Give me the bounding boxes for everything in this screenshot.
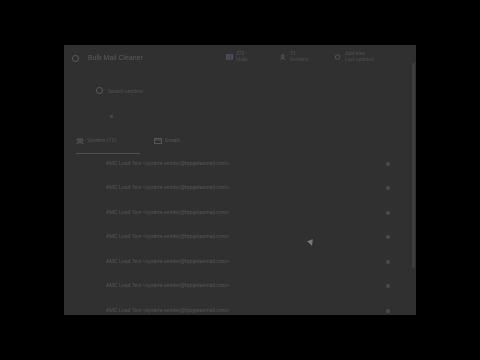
header: Bulk Mail Cleaner 372 Mails 71 Senders Jus… — [64, 45, 416, 75]
sender-email: AMC Load Test <system-sender@fppgetaemai… — [106, 234, 230, 240]
tab-senders[interactable]: Senders (71) — [76, 135, 140, 154]
row-action-icon[interactable] — [386, 260, 390, 264]
calendar-icon — [154, 138, 162, 144]
filter-icon[interactable] — [110, 115, 113, 118]
sender-email: AMC Load Test <system-sender@fppgetaemai… — [106, 308, 230, 314]
check-circle-icon — [72, 55, 79, 62]
row-action-icon[interactable] — [386, 186, 390, 190]
app-title: Bulk Mail Cleaner — [88, 55, 143, 62]
row-action-icon[interactable] — [386, 211, 390, 215]
search-input[interactable] — [106, 85, 370, 99]
stat-last-updated-label: Last updated — [345, 57, 374, 63]
row-action-icon[interactable] — [386, 235, 390, 239]
stat-mails-label: Mails — [236, 57, 248, 63]
tab-bar: Senders (71) Emails — [76, 135, 406, 154]
sender-row[interactable]: AMC Load Test <system-sender@fppgetaemai… — [64, 251, 416, 275]
sender-email: AMC Load Test <system-sender@fppgetaemai… — [106, 161, 230, 167]
scrollbar[interactable] — [412, 63, 415, 268]
row-action-icon[interactable] — [386, 284, 390, 288]
tab-emails-label: Emails — [165, 138, 181, 144]
stat-senders-label: Senders — [290, 57, 309, 63]
tab-senders-label: Senders (71) — [87, 138, 116, 144]
group-icon — [76, 138, 84, 144]
search-bar[interactable] — [92, 85, 392, 99]
sender-row[interactable]: AMC Load Test <system-sender@fppgetaemai… — [64, 300, 416, 315]
mail-icon — [226, 54, 233, 60]
sender-email: AMC Load Test <system-sender@fppgetaemai… — [106, 210, 230, 216]
sender-row[interactable]: AMC Load Test <system-sender@fppgetaemai… — [64, 202, 416, 226]
sender-email: AMC Load Test <system-sender@fppgetaemai… — [106, 259, 230, 265]
sender-row[interactable]: AMC Load Test <system-sender@fppgetaemai… — [64, 226, 416, 250]
users-icon — [280, 54, 286, 60]
row-action-icon[interactable] — [386, 162, 390, 166]
tab-emails[interactable]: Emails — [154, 135, 204, 153]
sender-row[interactable]: AMC Load Test <system-sender@fppgetaemai… — [64, 177, 416, 201]
clock-icon — [335, 54, 341, 60]
sender-email: AMC Load Test <system-sender@fppgetaemai… — [106, 283, 230, 289]
sender-row[interactable]: AMC Load Test <system-sender@fppgetaemai… — [64, 153, 416, 177]
sender-email: AMC Load Test <system-sender@fppgetaemai… — [106, 185, 230, 191]
sender-row[interactable]: AMC Load Test <system-sender@fppgetaemai… — [64, 275, 416, 299]
app-window: Bulk Mail Cleaner 372 Mails 71 Senders Jus… — [64, 45, 416, 315]
search-icon — [96, 87, 103, 94]
row-action-icon[interactable] — [386, 309, 390, 313]
